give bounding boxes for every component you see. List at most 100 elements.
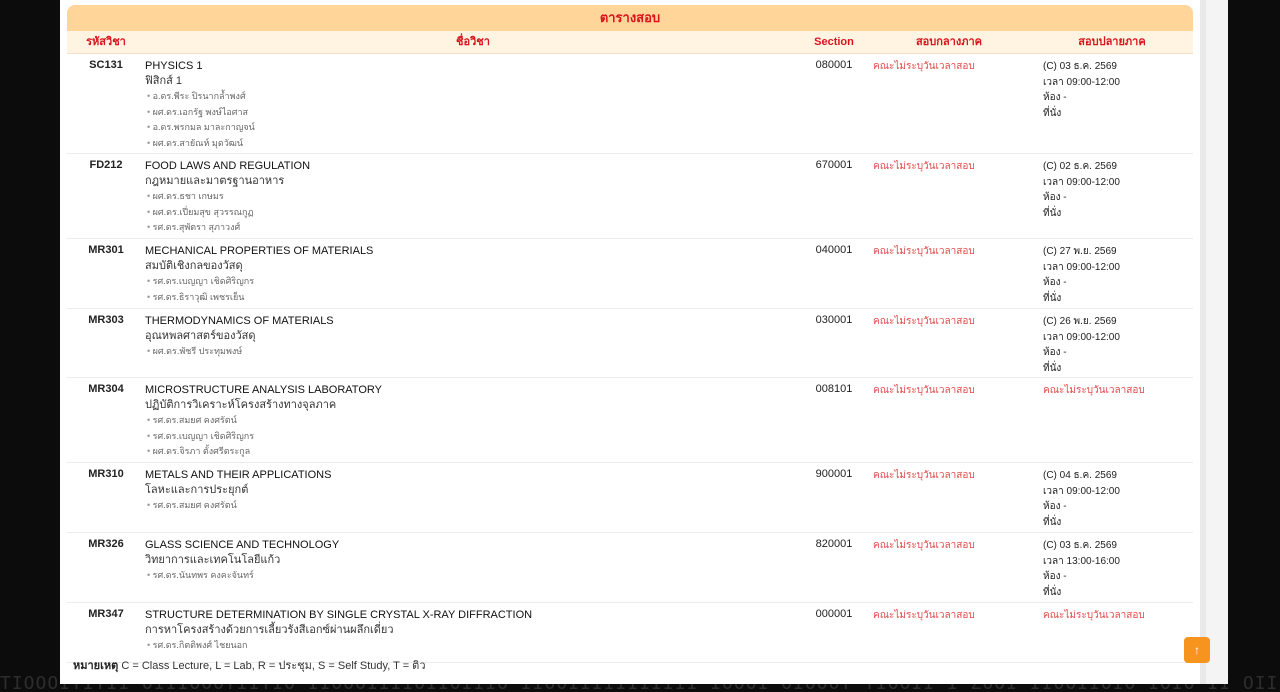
instructor-name: รศ.ดร.สุพัตรา สุภาวงศ์ [145,220,801,236]
final-exam-line: ห้อง - [1043,192,1067,203]
course-code: MR326 [88,538,124,550]
final-exam: (C) 26 พ.ย. 2569 เวลา 09:00-12:00 ห้อง - ที… [1037,314,1205,377]
midterm-exam: คณะไม่ระบุวันเวลาสอบ [873,610,975,621]
exam-table: ตารางสอบ รหัสวิชา ชื่อวิชา Section สอบกล… [67,5,1193,663]
section-number: 030001 [815,314,853,326]
course-name-cell: MECHANICAL PROPERTIES OF MATERIALS สมบัติ… [145,244,801,308]
final-exam-line: ที่นั่ง [1043,292,1062,304]
final-exam-line: เวลา 09:00-12:00 [1043,331,1120,343]
table-header-row: รหัสวิชา ชื่อวิชา Section สอบกลางภาค สอบ… [67,31,1193,54]
final-exam-line: ห้อง - [1043,92,1067,103]
footer-text: C = Class Lecture, L = Lab, R = ประชุม, … [121,660,426,672]
scrollbar-edge [1200,0,1206,684]
table-row: MR301 MECHANICAL PROPERTIES OF MATERIALS ส… [67,239,1193,309]
header-midterm: สอบกลางภาค [915,36,983,48]
course-name-cell: METALS AND THEIR APPLICATIONS โลหะและการป… [145,468,801,532]
course-code: MR304 [88,383,124,395]
course-code: MR310 [88,468,124,480]
final-exam-line: คณะไม่ระบุวันเวลาสอบ [1043,610,1145,621]
instructor-name: รศ.ดร.ธิราวุฒิ เพชรเย็น [145,290,801,306]
instructor-name: รศ.ดร.เบญญา เชิดศิริญกร [145,274,801,290]
midterm-exam: คณะไม่ระบุวันเวลาสอบ [873,316,975,327]
course-name-en: FOOD LAWS AND REGULATION [145,160,311,172]
final-exam: คณะไม่ระบุวันเวลาสอบ [1037,608,1205,662]
instructor-name: ผศ.ดร.เปี่ยมสุข สุวรรณกูฏ [145,205,801,221]
header-name: ชื่อวิชา [456,36,490,48]
section-number: 820001 [815,538,853,550]
instructor-name: รศ.ดร.เบญญา เชิดศิริญกร [145,429,801,445]
course-name-en: GLASS SCIENCE AND TECHNOLOGY [145,539,340,551]
course-name-en: METALS AND THEIR APPLICATIONS [145,469,332,481]
final-exam-line: ที่นั่ง [1043,107,1062,119]
final-exam-line: (C) 02 ธ.ค. 2569 [1043,161,1117,172]
final-exam-line: เวลา 09:00-12:00 [1043,176,1120,188]
course-code: FD212 [89,159,123,171]
course-name-cell: THERMODYNAMICS OF MATERIALS อุณหพลศาสตร์ข… [145,314,801,377]
section-number: 900001 [815,468,853,480]
back-to-top-button[interactable]: ↑ [1184,637,1210,663]
midterm-exam: คณะไม่ระบุวันเวลาสอบ [873,385,975,396]
course-name-th: สมบัติเชิงกลของวัสดุ [145,260,243,272]
instructor-name: ผศ.ดร.ธชา เกษมร [145,189,801,205]
midterm-exam: คณะไม่ระบุวันเวลาสอบ [873,470,975,481]
footer-note: หมายเหตุ C = Class Lecture, L = Lab, R =… [73,656,426,674]
instructor-name: ผศ.ดร.พัชรี ประทุมพงษ์ [145,344,801,360]
instructor-name: รศ.ดร.นันทพร คงคะจันทร์ [145,568,801,584]
course-code: MR303 [88,314,124,326]
instructor-name: รศ.ดร.สมยศ คงศรัตน์ [145,498,801,514]
final-exam-line: (C) 27 พ.ย. 2569 [1043,246,1117,257]
final-exam-line: ที่นั่ง [1043,207,1062,219]
final-exam-line: (C) 03 ธ.ค. 2569 [1043,61,1117,72]
course-name-en: MICROSTRUCTURE ANALYSIS LABORATORY [145,384,382,396]
course-name-cell: FOOD LAWS AND REGULATION กฎหมายและมาตรฐาน… [145,159,801,238]
course-name-cell: GLASS SCIENCE AND TECHNOLOGY วิทยาการและเ… [145,538,801,602]
final-exam-line: ที่นั่ง [1043,586,1062,598]
instructor-name: ผศ.ดร.จิรภา ตั้งศรีตระกูล [145,444,801,460]
final-exam-line: ห้อง - [1043,571,1067,582]
final-exam-line: เวลา 09:00-12:00 [1043,76,1120,88]
course-name-th: กฎหมายและมาตรฐานอาหาร [145,175,285,187]
midterm-exam: คณะไม่ระบุวันเวลาสอบ [873,161,975,172]
header-section: Section [814,36,854,48]
table-row: MR310 METALS AND THEIR APPLICATIONS โลหะแล… [67,463,1193,533]
course-name-th: โลหะและการประยุกต์ [145,484,249,496]
course-name-en: THERMODYNAMICS OF MATERIALS [145,315,334,327]
final-exam-line: คณะไม่ระบุวันเวลาสอบ [1043,385,1145,396]
final-exam-line: ที่นั่ง [1043,362,1062,374]
final-exam-line: ห้อง - [1043,347,1067,358]
final-exam-line: (C) 04 ธ.ค. 2569 [1043,470,1117,481]
table-body: SC131 PHYSICS 1 ฟิสิกส์ 1 อ.ดร.พีระ ปิรนากล… [67,54,1193,663]
section-number: 008101 [815,383,853,395]
final-exam: (C) 03 ธ.ค. 2569 เวลา 13:00-16:00 ห้อง - ที… [1037,538,1205,602]
section-number: 080001 [815,59,853,71]
course-code: SC131 [89,59,123,71]
course-name-th: อุณหพลศาสตร์ของวัสดุ [145,330,256,342]
final-exam: (C) 03 ธ.ค. 2569 เวลา 09:00-12:00 ห้อง - ที… [1037,59,1205,153]
table-row: FD212 FOOD LAWS AND REGULATION กฎหมายและมา… [67,154,1193,239]
course-name-cell: MICROSTRUCTURE ANALYSIS LABORATORY ปฏิบัต… [145,383,801,462]
instructor-name: อ.ดร.พรกมล มาละกาญจน์ [145,120,801,136]
final-exam: (C) 02 ธ.ค. 2569 เวลา 09:00-12:00 ห้อง - ที… [1037,159,1205,238]
final-exam-line: ที่นั่ง [1043,516,1062,528]
section-number: 000001 [815,608,853,620]
midterm-exam: คณะไม่ระบุวันเวลาสอบ [873,540,975,551]
course-name-en: MECHANICAL PROPERTIES OF MATERIALS [145,245,374,257]
instructor-name: ผศ.ดร.เอกรัฐ พงษ์ไอศาส [145,105,801,121]
instructor-name: รศ.ดร.สมยศ คงศรัตน์ [145,413,801,429]
header-final: สอบปลายภาค [1078,36,1146,48]
midterm-exam: คณะไม่ระบุวันเวลาสอบ [873,246,975,257]
table-row: MR304 MICROSTRUCTURE ANALYSIS LABORATORY ป… [67,378,1193,463]
final-exam-line: ห้อง - [1043,501,1067,512]
final-exam-line: ห้อง - [1043,277,1067,288]
instructor-name: รศ.ดร.กิตติพงศ์ ไชยนอก [145,638,801,654]
scrollbar-track[interactable] [1200,0,1228,684]
exam-schedule-panel: ตารางสอบ รหัสวิชา ชื่อวิชา Section สอบกล… [60,0,1228,684]
table-row: MR347 STRUCTURE DETERMINATION BY SINGLE C… [67,603,1193,663]
table-row: SC131 PHYSICS 1 ฟิสิกส์ 1 อ.ดร.พีระ ปิรนากล… [67,54,1193,154]
final-exam-line: (C) 26 พ.ย. 2569 [1043,316,1117,327]
course-name-th: ฟิสิกส์ 1 [145,75,183,87]
section-number: 670001 [815,159,853,171]
final-exam: (C) 27 พ.ย. 2569 เวลา 09:00-12:00 ห้อง - ที… [1037,244,1205,308]
instructor-name: ผศ.ดร.สายัณห์ มุดวัฒน์ [145,136,801,152]
course-name-th: ปฏิบัติการวิเคราะห์โครงสร้างทางจุลภาค [145,399,337,411]
